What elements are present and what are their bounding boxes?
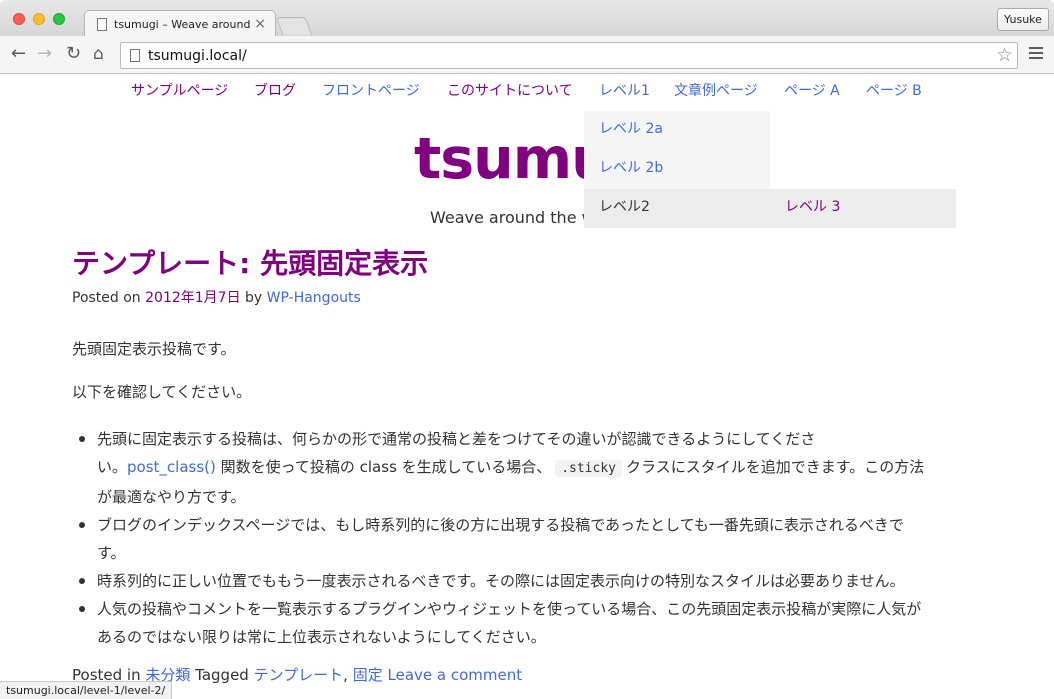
status-bar-url: tsumugi.local/level-1/level-2/ xyxy=(0,681,173,699)
nav-item-sample-text[interactable]: 文章例ページ xyxy=(674,81,758,101)
author-link[interactable]: WP-Hangouts xyxy=(267,290,361,306)
site-navigation: サンプルページ ブログ フロントページ このサイトについて レベル1 文章例ペー… xyxy=(0,75,1054,107)
list-item-text: あるのではない限りは常に上位表示されないようにしてください。 xyxy=(97,628,546,646)
list-item-text: 先頭に固定表示する投稿は、何らかの形で通常の投稿と差をつけてその違いが認識できる… xyxy=(97,430,816,448)
nav-item-level-1[interactable]: レベル1 xyxy=(599,81,650,101)
submenu-level-2: レベル 3 xyxy=(770,189,956,228)
address-bar[interactable]: tsumugi.local/ ☆ xyxy=(120,42,1018,69)
tagged-label: Tagged xyxy=(195,666,249,684)
new-tab-button[interactable] xyxy=(275,17,313,35)
post-class-link[interactable]: post_class() xyxy=(127,458,216,476)
submenu-item-level-2a[interactable]: レベル 2a xyxy=(599,119,663,139)
paragraph: 先頭固定表示投稿です。 xyxy=(72,340,236,358)
arrow-left-icon[interactable]: ← xyxy=(11,44,26,64)
nav-item-page-b[interactable]: ページ B xyxy=(866,81,922,101)
site-tagline: Weave around the w xyxy=(430,208,595,227)
submenu-item-level-3[interactable]: レベル 3 xyxy=(785,197,840,217)
list-item-text: ブログのインデックスページでは、もし時系列的に後の方に出現する投稿であったとして… xyxy=(97,516,904,534)
page-icon xyxy=(130,49,140,62)
list-item-text: クラスにスタイルを追加できます。この方法 xyxy=(626,458,925,476)
post-meta: Posted on 2012年1月7日 by WP-Hangouts xyxy=(72,288,361,308)
list-item-text: 時系列的に正しい位置でももう一度表示されるべきです。その際には固定表示向けの特別… xyxy=(97,572,905,590)
list-item-text: 人気の投稿やコメントを一覧表示するプラグインやウィジェットを使っている場合、この… xyxy=(97,600,922,618)
tag-link-template[interactable]: テンプレート xyxy=(254,666,344,684)
profile-button[interactable]: Yusuke xyxy=(997,8,1049,31)
submenu-item-level-2-hovered[interactable]: レベル2 xyxy=(584,189,770,228)
nav-item-blog[interactable]: ブログ xyxy=(254,81,296,101)
browser-tab[interactable]: tsumugi – Weave around th × xyxy=(84,10,276,37)
browser-toolbar: ← → ↻ ⌂ tsumugi.local/ ☆ xyxy=(0,36,1054,74)
arrow-right-icon[interactable]: → xyxy=(37,44,52,64)
browser-titlebar: tsumugi – Weave around th × Yusuke xyxy=(0,0,1054,37)
list-item: 先頭に固定表示する投稿は、何らかの形で通常の投稿と差をつけてその違いが認識できる… xyxy=(72,425,982,511)
star-icon[interactable]: ☆ xyxy=(996,44,1013,66)
post-title[interactable]: テンプレート: 先頭固定表示 xyxy=(72,246,428,282)
home-icon[interactable]: ⌂ xyxy=(93,44,104,64)
bullet-list: 先頭に固定表示する投稿は、何らかの形で通常の投稿と差をつけてその違いが認識できる… xyxy=(72,425,982,651)
post-date-link[interactable]: 2012年1月7日 xyxy=(145,290,240,306)
by-label: by xyxy=(245,290,263,306)
tag-separator: , xyxy=(343,666,348,684)
maximize-window-button[interactable] xyxy=(53,13,65,25)
nav-item-page-a[interactable]: ページ A xyxy=(784,81,840,101)
sticky-code: .sticky xyxy=(555,460,622,477)
paragraph: 以下を確認してください。 xyxy=(72,383,252,401)
list-item: 時系列的に正しい位置でももう一度表示されるべきです。その際には固定表示向けの特別… xyxy=(72,567,982,595)
tab-title: tsumugi – Weave around th xyxy=(114,18,250,31)
leave-comment-link[interactable]: Leave a comment xyxy=(388,666,523,684)
list-item-text: い。 xyxy=(97,458,128,476)
hamburger-menu-icon[interactable] xyxy=(1029,47,1043,61)
minimize-window-button[interactable] xyxy=(33,13,45,25)
list-item: 人気の投稿やコメントを一覧表示するプラグインやウィジェットを使っている場合、この… xyxy=(72,595,982,651)
nav-item-front-page[interactable]: フロントページ xyxy=(322,81,420,101)
list-item: ブログのインデックスページでは、もし時系列的に後の方に出現する投稿であったとして… xyxy=(72,511,982,567)
web-page: サンプルページ ブログ フロントページ このサイトについて レベル1 文章例ペー… xyxy=(0,75,1054,699)
page-icon xyxy=(97,18,107,31)
nav-item-about[interactable]: このサイトについて xyxy=(447,81,573,101)
submenu-item-level-2b[interactable]: レベル 2b xyxy=(599,158,663,178)
list-item-text: が最適なやり方です。 xyxy=(97,488,246,506)
nav-item-sample-page[interactable]: サンプルページ xyxy=(131,81,228,101)
close-window-button[interactable] xyxy=(13,13,25,25)
tab-close-icon[interactable]: × xyxy=(254,16,266,32)
submenu-item-level-2-label[interactable]: レベル2 xyxy=(599,197,650,217)
list-item-text: す。 xyxy=(97,544,126,562)
tag-link-sticky[interactable]: 固定 xyxy=(353,666,383,684)
list-item-text: 関数を使って投稿の class を生成している場合、 xyxy=(215,458,552,476)
address-bar-url[interactable]: tsumugi.local/ xyxy=(148,46,247,66)
posted-on-label: Posted on xyxy=(72,290,141,306)
reload-icon[interactable]: ↻ xyxy=(66,44,81,64)
